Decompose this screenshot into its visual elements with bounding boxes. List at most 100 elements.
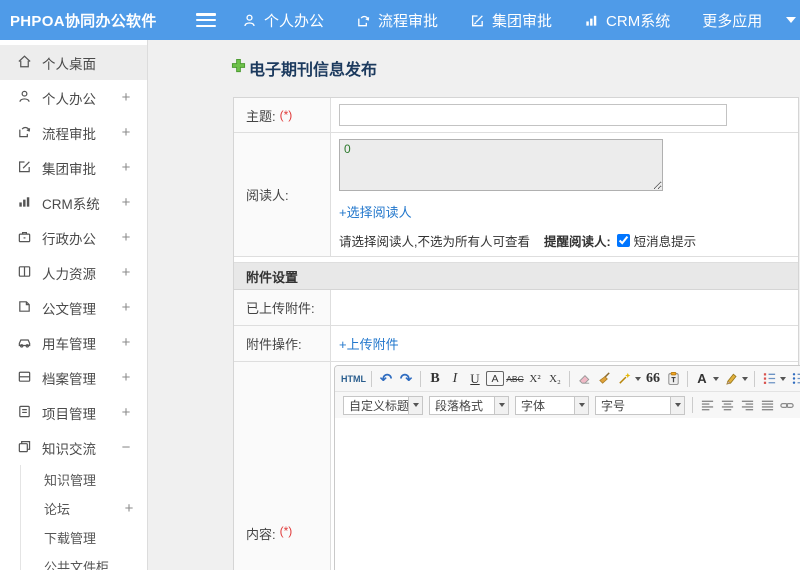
subscript-button[interactable]: X₂ <box>546 369 564 389</box>
redo-icon[interactable]: ↷ <box>397 369 415 389</box>
expand-toggle[interactable]: + <box>120 404 132 421</box>
expand-toggle[interactable]: + <box>120 264 132 281</box>
paste-text-icon[interactable] <box>664 369 682 389</box>
sidebar-item-project-mgmt[interactable]: 项目管理 + <box>0 395 147 430</box>
sidebar-subitem-forum[interactable]: 论坛 + <box>21 494 147 523</box>
sidebar-item-vehicle-mgmt[interactable]: 用车管理 + <box>0 325 147 360</box>
sidebar-subitem-public-cabinet[interactable]: 公共文件柜 <box>21 552 147 570</box>
sidebar-item-label: 用车管理 <box>42 336 96 352</box>
undo-icon[interactable]: ↶ <box>377 369 395 389</box>
nav-group-approval[interactable]: 集团审批 <box>470 10 552 31</box>
chevron-down-icon[interactable] <box>780 376 786 381</box>
sidebar-item-crm[interactable]: CRM系统 + <box>0 185 147 220</box>
edit-icon <box>17 159 32 177</box>
sidebar-item-archive-mgmt[interactable]: 档案管理 + <box>0 360 147 395</box>
sidebar-item-desktop[interactable]: 个人桌面 <box>0 45 147 80</box>
character-border-button[interactable]: A <box>486 371 504 386</box>
blockquote-button[interactable]: 66 <box>644 369 662 389</box>
top-bar: PHPOA协同办公软件 个人办公 流程审批 集团审批 CRM系统 更多应用 <box>0 0 800 40</box>
nav-personal-office[interactable]: 个人办公 <box>242 10 324 31</box>
knowledge-submenu: 知识管理 论坛 + 下载管理 公共文件柜 <box>20 465 147 570</box>
page-title-text: 电子期刊信息发布 <box>249 62 378 79</box>
editor-content-area[interactable] <box>335 418 800 570</box>
sidebar-item-document-mgmt[interactable]: 公文管理 + <box>0 290 147 325</box>
font-color-button[interactable]: A <box>693 369 711 389</box>
readers-textarea[interactable]: 0 <box>339 139 663 191</box>
align-left-icon[interactable] <box>698 395 716 415</box>
sms-remind-checkbox[interactable] <box>616 234 630 247</box>
rich-text-editor: HTML ↶ ↷ B I U A ABC X² X₂ 66 A 自定义标题 段落… <box>334 365 800 570</box>
attachment-ops-label: 附件操作: <box>234 326 331 361</box>
attachment-ops-row: 附件操作: +上传附件 <box>234 326 798 362</box>
sidebar-item-admin-office[interactable]: 行政办公 + <box>0 220 147 255</box>
sidebar-item-knowledge[interactable]: 知识交流 − <box>0 430 147 465</box>
align-justify-icon[interactable] <box>758 395 776 415</box>
chevron-down-icon <box>408 396 422 414</box>
sidebar-subitem-label: 论坛 <box>44 502 71 517</box>
chevron-down-icon[interactable] <box>742 376 748 381</box>
sidebar-item-hr[interactable]: 人力资源 + <box>0 255 147 290</box>
nav-more-apps[interactable]: 更多应用 <box>702 10 762 31</box>
sidebar-item-group-approval[interactable]: 集团审批 + <box>0 150 147 185</box>
required-mark: (*) <box>279 108 293 122</box>
expand-toggle[interactable]: + <box>120 369 132 386</box>
expand-toggle[interactable]: + <box>120 194 132 211</box>
nav-workflow-approval[interactable]: 流程审批 <box>356 10 438 31</box>
html-source-button[interactable]: HTML <box>341 369 366 389</box>
sidebar-item-label: 集团审批 <box>42 161 96 177</box>
content-row: 内容: (*) HTML ↶ ↷ B I U A ABC X² X₂ 66 A … <box>234 362 800 570</box>
uploaded-attachments-cell <box>331 290 798 325</box>
heading-select[interactable]: 自定义标题 <box>343 395 423 415</box>
align-right-icon[interactable] <box>738 395 756 415</box>
add-icon <box>231 58 246 78</box>
chevron-down-icon[interactable] <box>786 17 797 23</box>
page-title: 电子期刊信息发布 <box>231 56 800 80</box>
font-family-select[interactable]: 字体 <box>515 395 589 415</box>
sidebar-subitem-knowledge-mgmt[interactable]: 知识管理 <box>21 465 147 494</box>
nav-crm-system[interactable]: CRM系统 <box>584 10 670 31</box>
expand-toggle[interactable]: + <box>120 334 132 351</box>
chevron-down-icon <box>494 396 508 414</box>
align-center-icon[interactable] <box>718 395 736 415</box>
link-icon[interactable] <box>778 395 796 415</box>
briefcase-icon <box>17 229 32 247</box>
chevron-down-icon[interactable] <box>635 376 641 381</box>
select-readers-link[interactable]: +选择阅读人 <box>339 202 412 221</box>
expand-toggle[interactable]: + <box>120 159 132 176</box>
expand-toggle[interactable]: + <box>123 500 135 517</box>
unordered-list-icon[interactable] <box>789 369 800 389</box>
sidebar-item-workflow-approval[interactable]: 流程审批 + <box>0 115 147 150</box>
hamburger-menu-icon[interactable] <box>196 13 216 27</box>
bold-button[interactable]: B <box>426 369 444 389</box>
chevron-down-icon[interactable] <box>713 376 719 381</box>
italic-button[interactable]: I <box>446 369 464 389</box>
expand-toggle[interactable]: + <box>120 124 132 141</box>
highlight-pen-icon[interactable] <box>722 369 740 389</box>
workflow-icon <box>17 124 32 142</box>
expand-toggle[interactable]: + <box>120 299 132 316</box>
superscript-button[interactable]: X² <box>526 369 544 389</box>
readers-cell: 0 +选择阅读人 请选择阅读人,不选为所有人可查看 提醒阅读人: 短消息提示 <box>331 133 798 256</box>
subject-input[interactable] <box>339 104 727 126</box>
project-icon <box>17 404 32 422</box>
upload-attachment-link[interactable]: +上传附件 <box>339 334 399 353</box>
sidebar-item-personal-office[interactable]: 个人办公 + <box>0 80 147 115</box>
paragraph-format-select[interactable]: 段落格式 <box>429 395 509 415</box>
eraser-icon[interactable] <box>575 369 593 389</box>
expand-toggle[interactable]: + <box>120 89 132 106</box>
attachment-ops-label-text: 附件操作: <box>246 337 302 352</box>
format-brush-icon[interactable] <box>595 369 613 389</box>
nav-label: 流程审批 <box>378 12 439 30</box>
ordered-list-icon[interactable] <box>760 369 778 389</box>
underline-button[interactable]: U <box>466 369 484 389</box>
font-size-select[interactable]: 字号 <box>595 395 685 415</box>
expand-toggle[interactable]: + <box>120 229 132 246</box>
sidebar-item-label: 人力资源 <box>42 266 96 282</box>
readers-hint-line: 请选择阅读人,不选为所有人可查看 提醒阅读人: 短消息提示 <box>339 231 790 250</box>
strikethrough-button[interactable]: ABC <box>506 369 524 389</box>
autoformat-wand-icon[interactable] <box>615 369 633 389</box>
chart-icon <box>584 13 599 28</box>
sidebar-subitem-download-mgmt[interactable]: 下载管理 <box>21 523 147 552</box>
collapse-toggle[interactable]: − <box>120 439 132 456</box>
sidebar-item-label: 项目管理 <box>42 406 96 422</box>
